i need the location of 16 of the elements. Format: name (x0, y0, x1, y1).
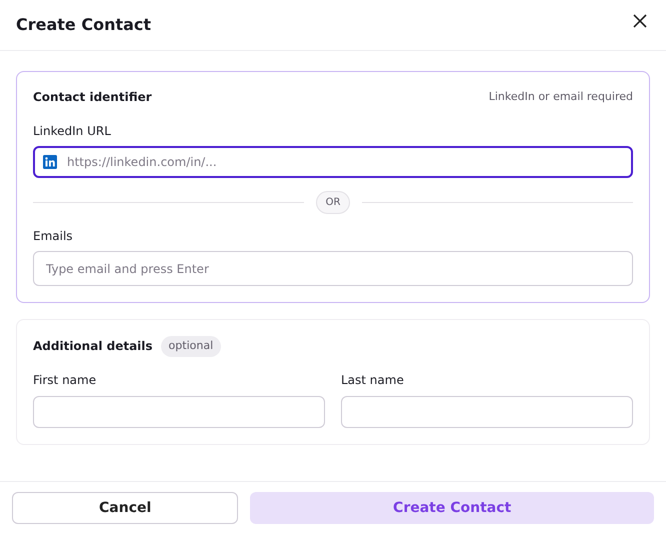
field-label: Emails (33, 228, 73, 245)
linkedin-icon (43, 155, 57, 169)
linkedin-field[interactable]: https://linkedin.com/in/... (33, 146, 633, 178)
section-hint: LinkedIn or email required (488, 88, 633, 105)
field-label: Last name (341, 372, 404, 388)
text-field[interactable] (33, 396, 325, 428)
cancel-button[interactable]: Cancel (12, 492, 238, 524)
section-title: Contact identifier (33, 89, 152, 106)
section-title: Additional details (33, 338, 153, 356)
dialog-title: Create Contact (16, 14, 152, 36)
text-field[interactable] (341, 396, 633, 428)
field-label: First name (33, 372, 96, 388)
optional-badge: optional (160, 336, 222, 356)
email-field[interactable]: Type email and press Enter (33, 251, 633, 286)
or-badge: OR (316, 191, 350, 214)
field-label: LinkedIn URL (33, 123, 111, 140)
